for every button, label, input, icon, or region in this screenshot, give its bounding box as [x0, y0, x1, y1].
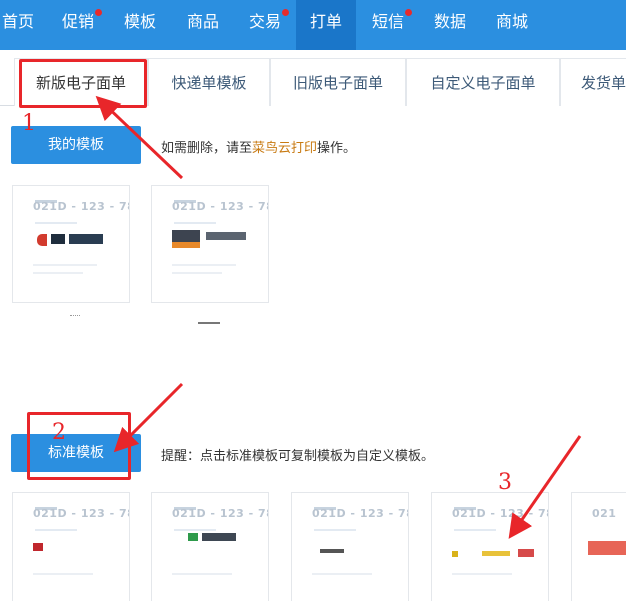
- arrow-to-standard-template-card: [508, 435, 582, 539]
- annotation-arrows: [95, 95, 582, 539]
- arrow-to-standard-templates-button: [113, 382, 184, 453]
- arrow-to-new-e-waybill-tab: [95, 95, 184, 180]
